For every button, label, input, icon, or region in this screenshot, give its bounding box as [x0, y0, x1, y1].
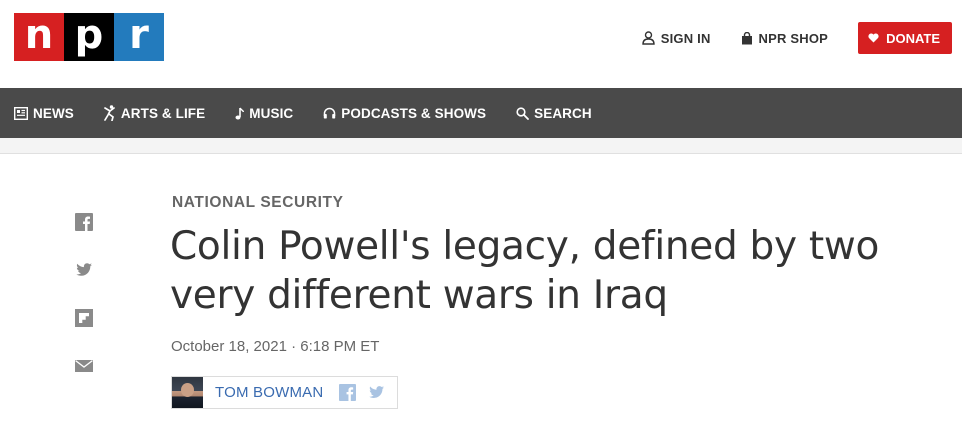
search-icon — [516, 106, 530, 120]
headphones-icon — [324, 107, 336, 119]
nav-item-news[interactable]: NEWS — [14, 106, 74, 121]
flipboard-icon[interactable] — [75, 309, 93, 327]
newspaper-icon — [14, 106, 28, 120]
article-date: October 18, 2021 — [171, 338, 287, 355]
npr-shop-link[interactable]: NPR SHOP — [741, 31, 829, 46]
sign-in-label: SIGN IN — [660, 30, 711, 46]
email-icon[interactable] — [75, 357, 93, 375]
author-facebook-icon[interactable] — [339, 384, 357, 401]
heart-icon — [868, 33, 879, 43]
npr-shop-label: NPR SHOP — [758, 30, 829, 46]
music-note-icon — [235, 107, 245, 119]
nav-item-music[interactable]: MUSIC — [235, 106, 293, 121]
dancer-icon — [104, 105, 115, 121]
donate-button[interactable]: DONATE — [858, 22, 952, 54]
nav-label-music: MUSIC — [249, 105, 294, 121]
nav-item-podcasts-shows[interactable]: PODCASTS & SHOWS — [323, 106, 486, 121]
npr-logo[interactable]: n p r — [14, 13, 164, 61]
author-twitter-icon[interactable] — [368, 384, 385, 401]
utility-links: SIGN IN NPR SHOP DONATE — [642, 22, 952, 54]
nav-item-arts-life[interactable]: ARTS & LIFE — [104, 105, 205, 121]
twitter-icon[interactable] — [75, 261, 93, 279]
logo-letter-n: n — [14, 13, 64, 61]
article-slug[interactable]: NATIONAL SECURITY — [172, 194, 344, 212]
date-separator: · — [291, 338, 297, 355]
facebook-icon[interactable] — [75, 213, 93, 231]
nav-label-search: SEARCH — [534, 105, 592, 121]
sign-in-link[interactable]: SIGN IN — [642, 31, 711, 46]
site-header: n p r SIGN IN NPR SHOP DONATE — [0, 0, 962, 88]
nav-label-podcasts-shows: PODCASTS & SHOWS — [341, 105, 487, 121]
logo-letter-p: p — [64, 13, 114, 61]
donate-label: DONATE — [886, 30, 940, 46]
nav-label-news: NEWS — [33, 105, 74, 121]
user-icon — [642, 31, 655, 45]
article-dateline: October 18, 2021 · 6:18 PM ET — [171, 338, 379, 355]
nav-divider — [0, 138, 962, 154]
author-name-link[interactable]: TOM BOWMAN — [215, 384, 323, 401]
nav-label-arts-life: ARTS & LIFE — [120, 105, 206, 121]
author-avatar[interactable] — [172, 377, 203, 408]
article-time: 6:18 PM ET — [300, 338, 380, 355]
article-headline: Colin Powell's legacy, defined by two ve… — [170, 224, 880, 318]
nav-item-search[interactable]: SEARCH — [516, 106, 592, 121]
logo-letter-r: r — [114, 13, 164, 61]
author-byline: TOM BOWMAN — [171, 376, 399, 409]
share-rail — [75, 213, 93, 405]
shopping-bag-icon — [741, 31, 752, 44]
main-nav: NEWS ARTS & LIFE MUSIC PODCASTS & SHOWS … — [0, 88, 962, 138]
